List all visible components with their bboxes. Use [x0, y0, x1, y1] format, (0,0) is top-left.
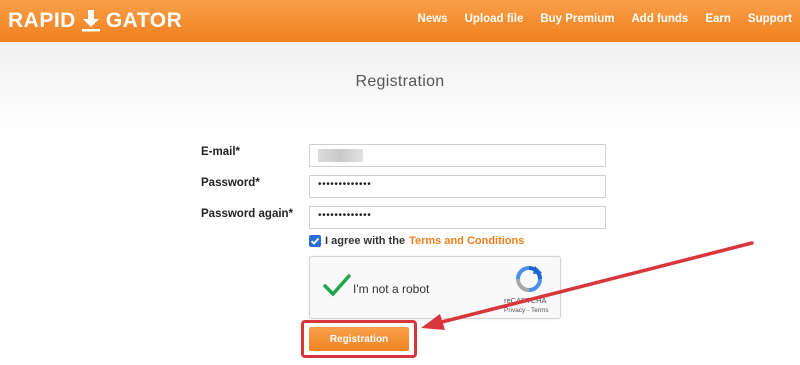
agree-text: I agree with the [325, 235, 406, 247]
recaptcha-links: Privacy - Terms [504, 307, 549, 314]
captcha-label: I'm not a robot [353, 282, 430, 296]
agree-row: I agree with the Terms and Conditions [309, 235, 524, 247]
nav-add-funds[interactable]: Add funds [631, 13, 688, 25]
nav-upload-file[interactable]: Upload file [465, 13, 524, 25]
password-again-field[interactable]: ••••••••••••• [309, 206, 606, 229]
recaptcha-terms-link[interactable]: Terms [531, 307, 549, 314]
page-banner: Registration [0, 42, 800, 132]
registration-submit-button[interactable]: Registration [309, 327, 409, 351]
recaptcha-brand: reCAPTCHA [504, 296, 547, 305]
main-nav: News Upload file Buy Premium Add funds E… [418, 13, 792, 25]
redacted-email-value [318, 149, 363, 162]
nav-earn[interactable]: Earn [705, 13, 731, 25]
page-title: Registration [355, 73, 445, 90]
password-again-label: Password again* [201, 208, 294, 220]
recaptcha-widget: I'm not a robot reCAPTCHA Privacy - Term… [309, 256, 561, 319]
nav-news[interactable]: News [418, 13, 448, 25]
password-value: ••••••••••••• [318, 179, 372, 190]
recaptcha-privacy-link[interactable]: Privacy [504, 307, 525, 314]
email-label: E-mail* [201, 146, 240, 158]
logo-text-right: GATOR [105, 9, 183, 32]
logo-text-left: RAPID [8, 9, 76, 32]
agree-checkbox[interactable] [309, 235, 321, 247]
password-label: Password* [201, 177, 260, 189]
green-check-icon[interactable] [322, 273, 352, 299]
nav-buy-premium[interactable]: Buy Premium [540, 13, 614, 25]
nav-support[interactable]: Support [748, 13, 792, 25]
download-arrow-icon [81, 10, 100, 32]
password-field[interactable]: ••••••••••••• [309, 175, 606, 198]
checkmark-icon [310, 237, 320, 245]
password-again-value: ••••••••••••• [318, 210, 372, 221]
rapidgator-logo[interactable]: RAPID GATOR [8, 9, 182, 33]
top-header: RAPID GATOR News Upload file Buy Premium… [0, 0, 800, 42]
terms-link[interactable]: Terms and Conditions [409, 235, 524, 247]
email-field[interactable] [309, 144, 606, 167]
recaptcha-logo-icon [516, 266, 542, 292]
